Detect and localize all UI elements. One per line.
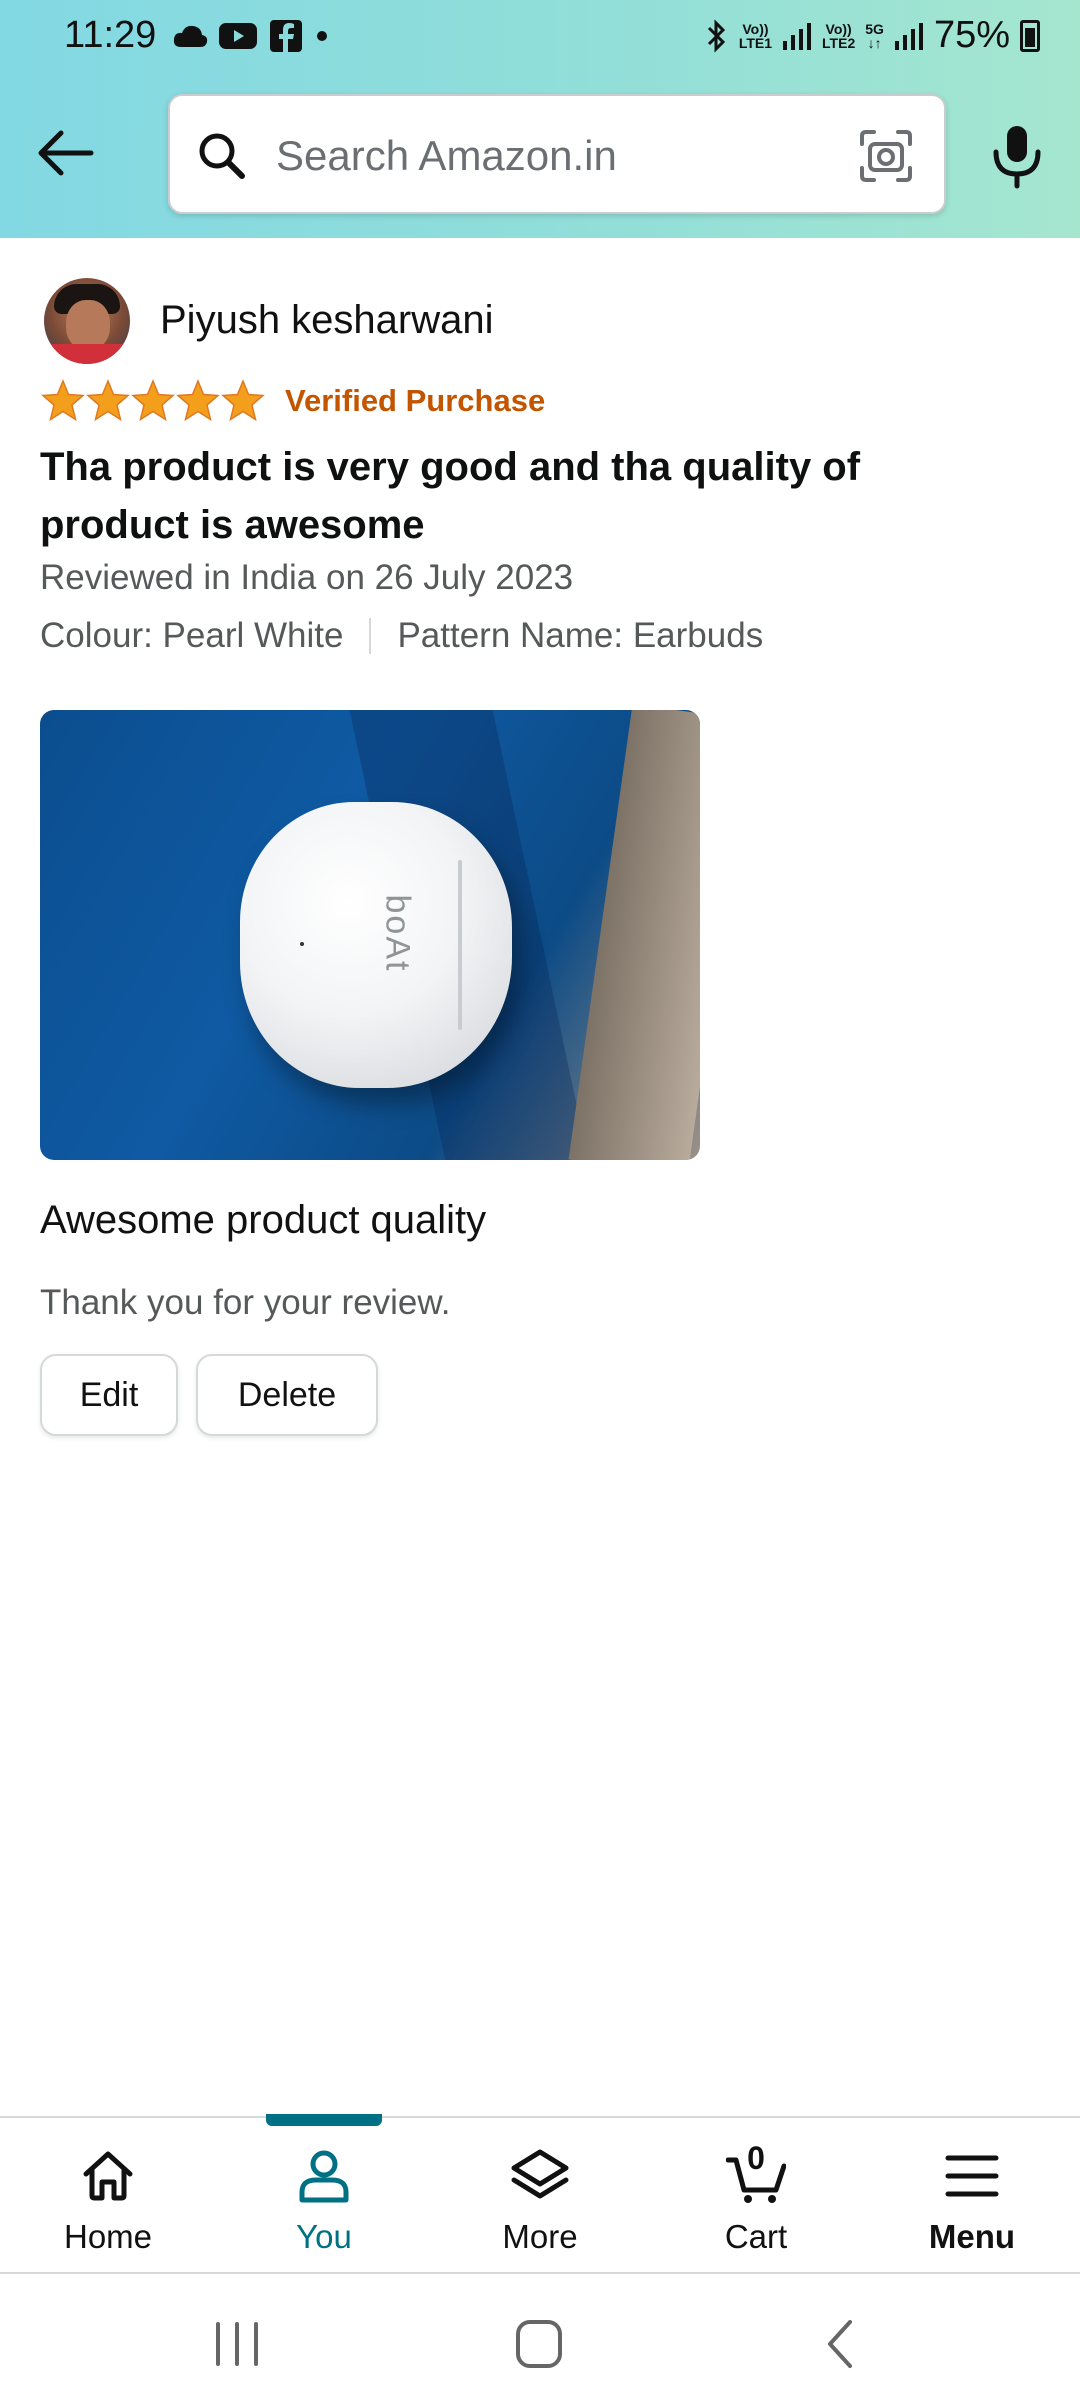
star-icon [86, 379, 130, 422]
battery-percent: 75% [933, 14, 1010, 56]
photo-brand-logo: boAt [378, 894, 417, 973]
search-bar[interactable] [168, 94, 946, 214]
search-row [0, 92, 1080, 216]
nav-label: Menu [928, 2218, 1016, 2255]
bottom-nav: Home You More 0 Cart Menu [0, 2114, 1080, 2276]
system-status-icons: Vo)) LTE1 Vo)) LTE2 5G ↓↑ 75% [705, 14, 1040, 57]
nav-label: You [296, 2218, 352, 2255]
star-icon [41, 379, 85, 422]
notification-icons [172, 18, 330, 54]
nav-label: Cart [724, 2218, 788, 2255]
nav-label: Home [63, 2218, 153, 2255]
review-date: Reviewed in India on 26 July 2023 [40, 558, 574, 597]
variant-colour: Colour: Pearl White [40, 616, 344, 655]
signal-icon [894, 22, 923, 50]
variant-info: Colour: Pearl White Pattern Name: Earbud… [40, 616, 763, 656]
system-nav-bar [0, 2276, 1080, 2408]
search-icon [199, 133, 245, 179]
avatar[interactable] [44, 278, 130, 364]
star-icon [176, 379, 220, 422]
thanks-text: Thank you for your review. [40, 1283, 451, 1322]
sim2-tag: Vo)) LTE2 [822, 20, 856, 51]
nav-you[interactable]: You [216, 2114, 432, 2276]
cloud-icon [173, 25, 208, 47]
back-nav-icon[interactable] [806, 2314, 876, 2374]
battery-icon [1020, 19, 1040, 52]
back-button[interactable] [30, 118, 100, 188]
reviewer-name[interactable]: Piyush kesharwani [160, 298, 494, 343]
delete-button[interactable]: Delete [196, 1354, 378, 1436]
status-bar: 11:29 Vo)) LTE1 Vo)) LTE2 5G ↓↑ 75% [0, 0, 1080, 72]
active-indicator [266, 2114, 382, 2126]
cart-icon [726, 2157, 786, 2203]
star-icon [131, 379, 175, 422]
network-5g: 5G ↓↑ [865, 20, 884, 51]
sim1-tag: Vo)) LTE1 [738, 20, 773, 51]
camera-lens-icon[interactable] [856, 126, 916, 186]
facebook-icon [270, 20, 302, 52]
variant-pattern: Pattern Name: Earbuds [397, 616, 764, 655]
status-time: 11:29 [64, 14, 157, 56]
youtube-icon [219, 23, 257, 49]
nav-more[interactable]: More [432, 2118, 648, 2276]
arrow-left-icon [38, 130, 94, 176]
app-header: 11:29 Vo)) LTE1 Vo)) LTE2 5G ↓↑ 75% [0, 0, 1080, 238]
review-title: Tha product is very good and tha quality… [40, 445, 861, 547]
divider [369, 618, 372, 654]
home-button-icon[interactable] [504, 2314, 574, 2374]
nav-cart[interactable]: 0 Cart [648, 2118, 864, 2276]
microphone-icon[interactable] [982, 120, 1052, 190]
verified-purchase-badge: Verified Purchase [285, 383, 546, 418]
earbuds-case: boAt [240, 802, 512, 1088]
star-icon [221, 379, 265, 422]
hamburger-icon [945, 2155, 999, 2197]
home-icon [83, 2151, 133, 2201]
bluetooth-icon [707, 18, 725, 53]
review-body: Awesome product quality [40, 1198, 487, 1242]
recent-apps-icon[interactable] [202, 2314, 272, 2374]
dot-icon [317, 31, 327, 41]
review-photo[interactable]: boAt [40, 710, 700, 1160]
user-icon [299, 2150, 349, 2203]
nav-label: More [502, 2218, 578, 2255]
layers-icon [511, 2149, 569, 2199]
nav-home[interactable]: Home [0, 2118, 216, 2276]
nav-menu[interactable]: Menu [864, 2118, 1080, 2276]
rating-row: Verified Purchase [40, 378, 545, 424]
search-input[interactable] [276, 116, 816, 196]
signal-icon [783, 22, 812, 50]
edit-button[interactable]: Edit [40, 1354, 178, 1436]
